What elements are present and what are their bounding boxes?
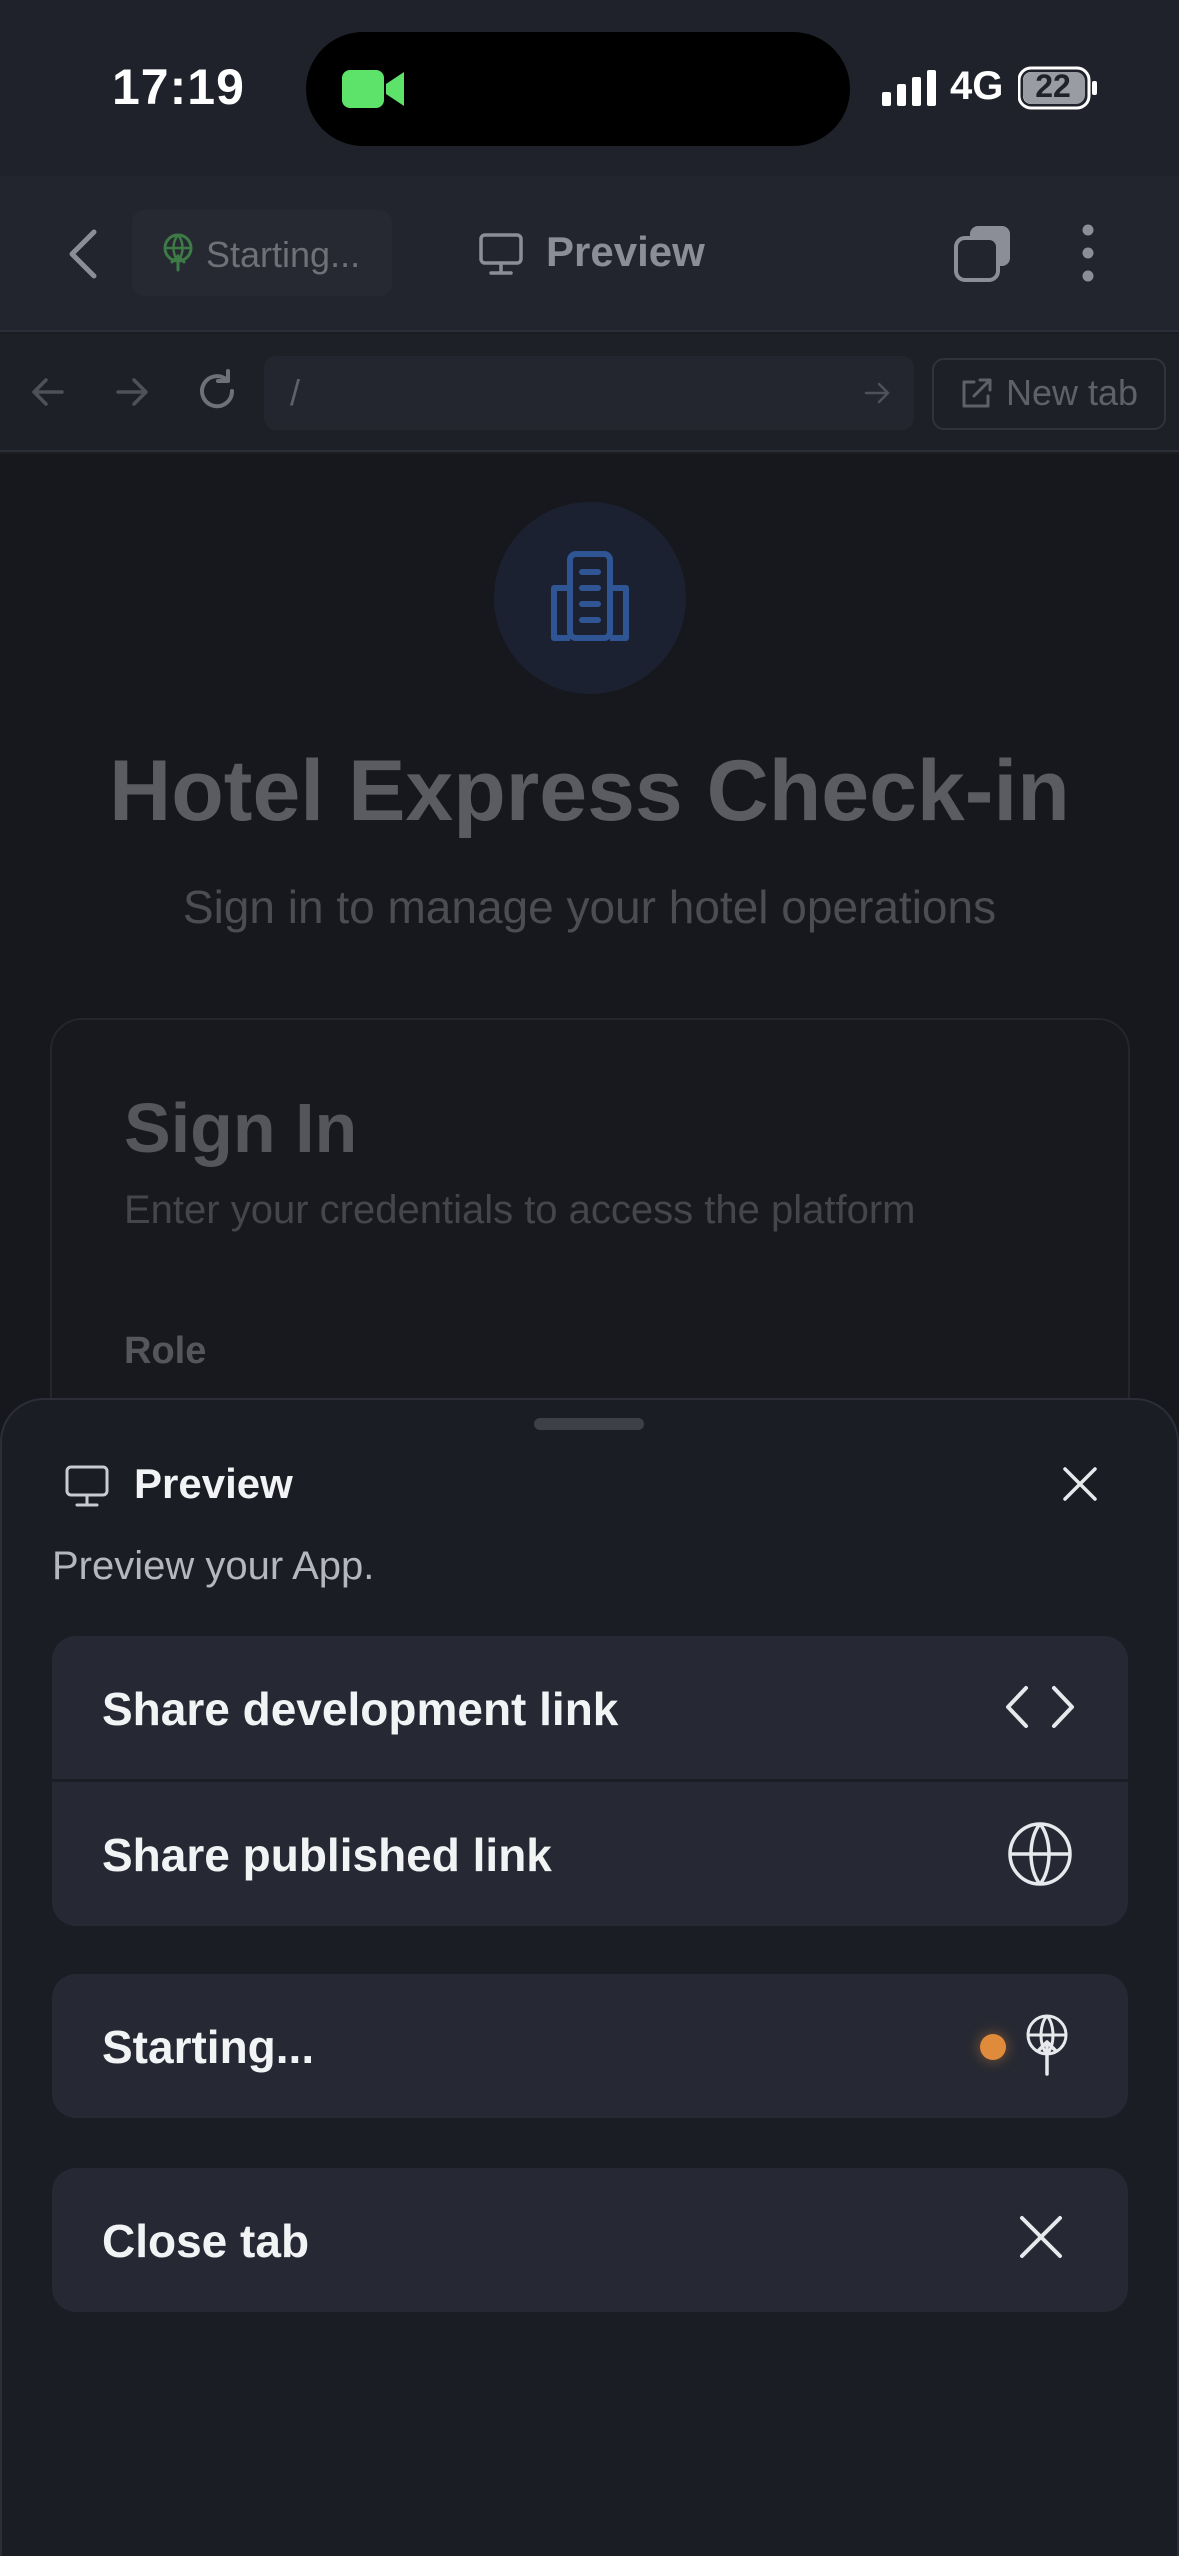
page-title: Hotel Express Check-in [109, 743, 1070, 839]
go-arrow-icon[interactable] [862, 378, 892, 408]
url-path: / [290, 372, 301, 413]
close-icon[interactable] [1060, 1464, 1100, 1504]
sheet-drag-handle[interactable] [534, 1418, 644, 1430]
back-chevron-icon[interactable] [62, 226, 106, 282]
close-tab-button[interactable]: Close tab [102, 2214, 309, 2268]
arrow-left-icon[interactable] [28, 372, 68, 412]
network-type: 4G [950, 64, 1004, 108]
more-vertical-icon[interactable] [1080, 222, 1096, 284]
status-dot [980, 2034, 1006, 2060]
code-icon [1006, 1686, 1074, 1728]
arrow-right-icon[interactable] [112, 372, 152, 412]
sheet-description: Preview your App. [52, 1544, 375, 1588]
new-tab-label: New tab [1006, 372, 1139, 413]
battery-level: 22 [1035, 68, 1071, 104]
divider [52, 1779, 1128, 1782]
globe-icon [1008, 1822, 1072, 1886]
deploy-icon [163, 233, 193, 272]
building-icon [551, 551, 629, 641]
reload-icon[interactable] [194, 368, 240, 414]
monitor-icon [65, 1465, 109, 1507]
monitor-icon [479, 233, 523, 275]
status-time: 17:19 [112, 59, 245, 115]
url-input[interactable] [264, 356, 914, 430]
role-label: Role [124, 1330, 207, 1372]
close-icon [1020, 2216, 1062, 2258]
sheet-title: Preview [134, 1460, 293, 1507]
deploy-status-text: Starting... [206, 234, 361, 275]
deploy-icon [1026, 2014, 1068, 2076]
header-title[interactable]: Preview [546, 228, 705, 276]
cellular-signal-icon [882, 70, 936, 106]
facetime-camera-icon [342, 70, 404, 108]
sign-in-title: Sign In [124, 1089, 358, 1167]
tabs-icon[interactable] [952, 222, 1014, 284]
deploy-status-label: Starting... [102, 2021, 315, 2073]
external-link-icon [962, 378, 992, 408]
sign-in-subtitle: Enter your credentials to access the pla… [124, 1188, 916, 1232]
share-dev-link-button[interactable]: Share development link [102, 1682, 618, 1736]
page-subtitle: Sign in to manage your hotel operations [182, 881, 997, 933]
share-published-link-button[interactable]: Share published link [102, 1828, 552, 1882]
